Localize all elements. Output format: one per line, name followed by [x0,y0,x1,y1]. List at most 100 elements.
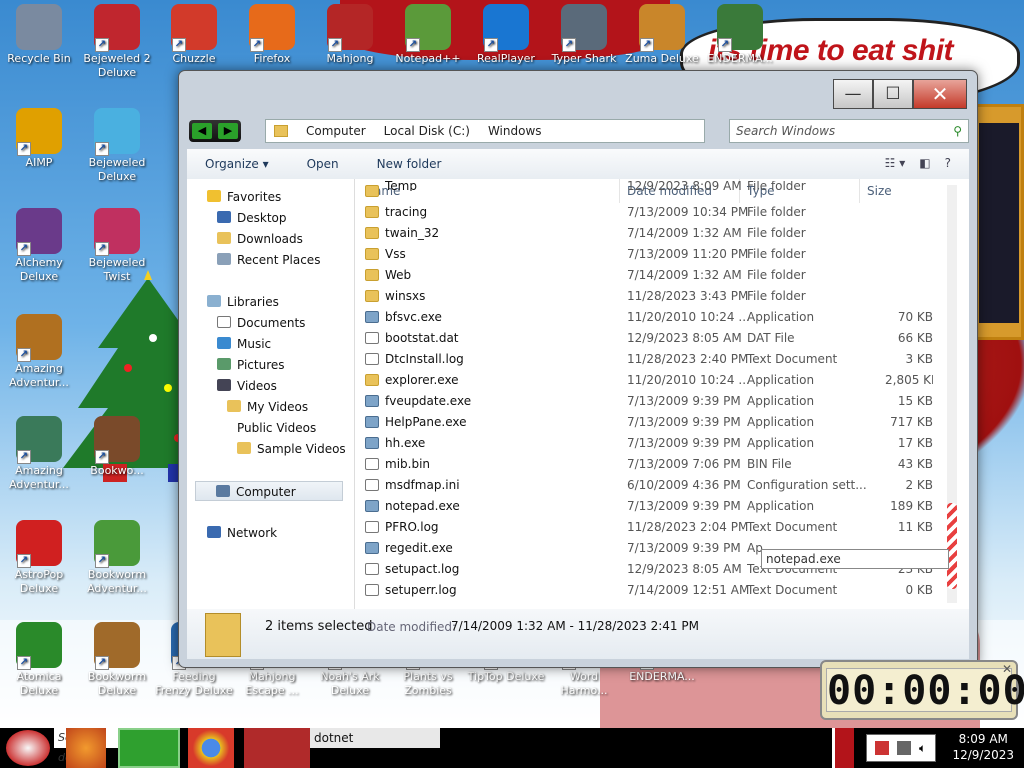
nav-pictures[interactable]: Pictures [217,355,285,375]
search-input[interactable]: Search Windows ⚲ [729,119,969,143]
desktop-shortcut[interactable]: ↗ENDERMA... [701,4,779,66]
nav-videos[interactable]: Videos [217,376,277,396]
desktop-shortcut[interactable]: ↗ Bejeweled Twist [78,208,156,284]
file-row[interactable]: hh.exe 7/13/2009 9:39 PM Application 17 KB [365,433,951,454]
desktop-shortcut[interactable]: ↗ Bookworm Adventur... [78,520,156,596]
desktop-shortcut-label: Chuzzle [172,52,216,65]
file-row[interactable]: PFRO.log 11/28/2023 2:04 PM Text Document 1… [365,517,951,538]
timer-gadget[interactable]: 00:00:00 ✕ [820,660,1024,720]
help-icon[interactable]: ? [945,156,951,170]
nav-desktop[interactable]: Desktop [217,208,287,228]
address-bar[interactable]: Computer Local Disk (C:) Windows [265,119,705,143]
nav-recent[interactable]: Recent Places [217,250,320,270]
file-row[interactable]: notepad.exe 7/13/2009 9:39 PM Application 1… [365,496,951,517]
nav-downloads[interactable]: Downloads [217,229,303,249]
desktop-shortcut[interactable]: ↗ Bookwo... [78,416,156,478]
clock-date: 12/9/2023 [952,748,1014,762]
nav-favorites[interactable]: Favorites [207,187,281,207]
firefox-icon[interactable] [66,728,106,768]
file-type: Application [747,373,815,387]
desktop-shortcut[interactable]: ↗ Atomica Deluxe [0,622,78,698]
amazing-adventures2-icon: ↗ [16,416,62,464]
scrollbar-thumb[interactable] [947,503,957,589]
breadcrumb-windows[interactable]: Windows [488,124,542,138]
file-date: 7/13/2009 7:06 PM [627,457,741,471]
file-size: 2 KB [905,478,933,492]
preview-pane-icon[interactable]: ◧ [919,156,930,170]
clock[interactable]: 8:09 AM 12/9/2023 [952,731,1014,763]
minimize-button[interactable]: — [833,79,873,109]
file-row[interactable]: HelpPane.exe 7/13/2009 9:39 PM Application… [365,412,951,433]
close-icon[interactable]: ✕ [1002,662,1012,676]
file-row[interactable]: DtcInstall.log 11/28/2023 2:40 PM Text Doc… [365,349,951,370]
desktop-shortcut[interactable]: ↗ AstroPop Deluxe [0,520,78,596]
search-icon[interactable]: ⚲ [953,124,962,138]
videos-icon [217,379,231,391]
view-options-icon[interactable]: ☷ ▾ [885,156,906,170]
desktop-shortcut[interactable]: Recycle Bin [0,4,78,66]
desktop-shortcut[interactable]: ↗ Chuzzle [155,4,233,66]
file-row[interactable]: Temp 12/9/2023 8:09 AM File folder [365,181,951,197]
nav-sample-videos[interactable]: Sample Videos [237,439,346,459]
file-row[interactable]: Web 7/14/2009 1:32 AM File folder [365,265,951,286]
astropop-icon: ↗ [16,520,62,568]
file-row[interactable]: setuperr.log 7/14/2009 12:51 AM Text Docum… [365,580,951,601]
desktop-shortcut[interactable]: ↗ Amazing Adventur... [0,314,78,390]
nav-libraries[interactable]: Libraries [207,292,279,312]
file-date: 11/20/2010 10:24 ... [627,310,750,324]
maximize-button[interactable]: ☐ [873,79,913,109]
close-button[interactable]: ✕ [913,79,967,109]
nav-documents[interactable]: Documents [217,313,305,333]
desktop-shortcut[interactable]: ↗ Typer Shark [545,4,623,66]
file-row[interactable]: winsxs 11/28/2023 3:43 PM File folder [365,286,951,307]
desktop-shortcut[interactable]: ↗ Alchemy Deluxe [0,208,78,284]
nav-music[interactable]: Music [217,334,271,354]
desktop-shortcut[interactable]: ↗ Zuma Deluxe [623,4,701,66]
nav-computer[interactable]: Computer [195,481,343,501]
file-name: tracing [385,205,428,219]
desktop-shortcut[interactable]: ↗ Bookworm Deluxe [78,622,156,698]
organize-button[interactable]: Organize ▾ [205,157,269,171]
taskbar-active-window[interactable]: dotnet [310,728,440,748]
network-tray-icon[interactable] [897,741,911,755]
chrome-icon[interactable] [188,728,234,768]
file-row[interactable]: explorer.exe 11/20/2010 10:24 ... Applicat… [365,370,951,391]
forward-arrow-icon[interactable]: ▶ [218,123,238,139]
file-row[interactable]: fveupdate.exe 7/13/2009 9:39 PM Applicatio… [365,391,951,412]
file-date: 7/14/2009 1:32 AM [627,268,742,282]
desktop-shortcut[interactable]: ↗ Bejeweled Deluxe [78,108,156,184]
file-row[interactable]: Vss 7/13/2009 11:20 PM File folder [365,244,951,265]
file-row[interactable]: tracing 7/13/2009 10:34 PM File folder [365,202,951,223]
file-row[interactable]: msdfmap.ini 6/10/2009 4:36 PM Configuratio… [365,475,951,496]
breadcrumb-local-disk[interactable]: Local Disk (C:) [384,124,470,138]
file-row[interactable]: bootstat.dat 12/9/2023 8:05 AM DAT File 66 … [365,328,951,349]
volume-icon[interactable]: 🔈︎ [919,741,926,756]
new-folder-button[interactable]: New folder [377,157,442,171]
explorer-taskbar-icon[interactable] [118,728,180,768]
desktop-shortcut[interactable]: ↗ Mahjong [311,4,389,66]
shortcut-arrow-icon: ↗ [718,38,732,52]
desktop-shortcut[interactable]: ↗ Notepad++ [389,4,467,66]
shortcut-arrow-icon: ↗ [95,554,109,568]
nav-public-videos[interactable]: Public Videos [237,418,316,438]
open-button[interactable]: Open [307,157,339,171]
desktop-shortcut[interactable]: ↗ Bejeweled 2 Deluxe [78,4,156,80]
desktop-shortcut[interactable]: ↗ Amazing Adventur... [0,416,78,492]
nav-network[interactable]: Network [207,523,277,543]
file-row[interactable]: twain_32 7/14/2009 1:32 AM File folder [365,223,951,244]
desktop-shortcut[interactable]: ↗ AIMP [0,108,78,170]
start-button[interactable] [6,730,50,766]
action-center-icon[interactable] [875,741,889,755]
file-date: 12/9/2023 8:05 AM [627,562,742,576]
file-row[interactable]: mib.bin 7/13/2009 7:06 PM BIN File 43 KB [365,454,951,475]
desktop-shortcut[interactable]: ↗ RealPlayer [467,4,545,66]
taskbar-app-icon[interactable] [244,728,310,768]
clock-time: 8:09 AM [958,732,1008,746]
breadcrumb-computer[interactable]: Computer [306,124,366,138]
desktop-shortcut[interactable]: ↗ Firefox [233,4,311,66]
computer-icon [216,485,230,497]
nav-my-videos[interactable]: My Videos [227,397,308,417]
file-row[interactable]: bfsvc.exe 11/20/2010 10:24 ... Application… [365,307,951,328]
file-date: 12/9/2023 8:09 AM [627,181,742,191]
back-arrow-icon[interactable]: ◀ [192,123,212,139]
